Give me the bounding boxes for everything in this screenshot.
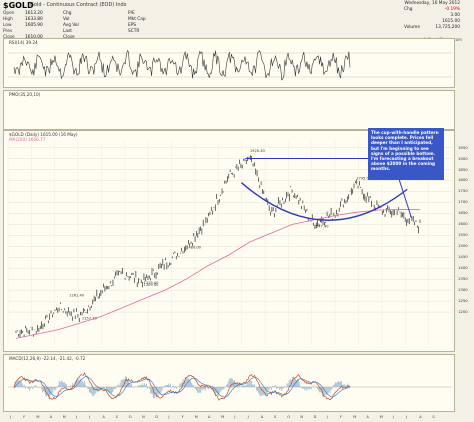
rsi-line — [13, 49, 351, 81]
x-tick-label: A — [366, 415, 369, 419]
y-tick-label: 1900 — [458, 155, 468, 161]
y-tick-label: 1450 — [458, 254, 468, 260]
price-annotation: 1577.40 — [314, 224, 330, 228]
x-tick-label: S — [116, 415, 119, 419]
chart-header: $GOLD Gold - Continuous Contract (EOD) I… — [0, 0, 474, 41]
y-tick-label: 1550 — [458, 232, 468, 238]
y-tick-label: 1300 — [458, 287, 468, 293]
stats-right: Wednesday, 16 May 2012 Chg -0.19% 3.00 16… — [404, 1, 460, 31]
annotation-callout: The cup-with-handle pattern looks comple… — [368, 128, 444, 180]
x-tick-label: J — [233, 415, 235, 419]
pmo-label: PMO(35,20,10) — [9, 92, 41, 97]
price-annotation: 1157.10 — [82, 317, 98, 321]
x-tick-label: A — [50, 415, 53, 419]
x-tick-label: M — [380, 415, 383, 419]
x-tick-label: F — [182, 415, 184, 419]
ticker-description: Gold - Continuous Contract (EOD) Indx — [30, 2, 127, 8]
y-tick-label: 1700 — [458, 199, 468, 205]
price-annotation: 1920.30 — [250, 149, 266, 153]
y-tick-label: 1750 — [458, 188, 468, 194]
y-tick-label: 1200 — [458, 309, 468, 315]
x-tick-label: J — [247, 415, 249, 419]
x-tick-label: A — [419, 415, 422, 419]
x-tick-label: F — [340, 415, 342, 419]
price-annotation: 1480.00 — [186, 246, 202, 250]
rsi-panel: RSI(14) 39.24 — [3, 38, 455, 88]
x-tick-label: A — [261, 415, 264, 419]
x-tick-label: J — [405, 415, 407, 419]
x-tick-label: S — [274, 415, 277, 419]
ma-line — [15, 208, 421, 339]
y-tick-label: 1500 — [458, 243, 468, 249]
x-tick-label: S — [432, 415, 435, 419]
price-annotation: 1261.40 — [69, 294, 85, 298]
stats-left: Open 1613.20 High 1633.80 Low 1605.90 Prev … — [3, 11, 53, 41]
stat-value: 13,725,200 — [435, 25, 460, 30]
x-tick-label: O — [129, 415, 132, 419]
x-axis: JFMAMJJASONDJFMAMJJASONDJFMAMJJAS — [9, 415, 435, 419]
x-tick-label: J — [167, 415, 169, 419]
x-tick-label: A — [208, 415, 211, 419]
stat-label: SCTR — [128, 29, 140, 34]
x-tick-label: J — [326, 415, 328, 419]
y-tick-label: 1950 — [458, 144, 468, 150]
pmo-panel: PMO(35,20,10) — [3, 90, 455, 130]
x-tick-label: D — [155, 415, 158, 419]
macd-panel: MACD(12,26,9) -22.14, -21.42, -0.72 — [3, 354, 455, 412]
x-tick-label: D — [314, 415, 317, 419]
x-tick-label: M — [221, 415, 224, 419]
x-tick-label: J — [392, 415, 394, 419]
x-tick-label: O — [287, 415, 290, 419]
x-tick-label: J — [9, 415, 11, 419]
y-tick-label: 1850 — [458, 166, 468, 172]
x-tick-label: M — [195, 415, 198, 419]
stats-mid2: P/E Mkt Cap EPS SCTR — [128, 11, 168, 35]
x-tick-label: N — [300, 415, 303, 419]
rsi-chart — [8, 49, 452, 81]
stats-mid: Chg Vol Avg Vol Last Close — [63, 11, 85, 41]
y-tick-label: 1800 — [458, 177, 468, 183]
y-tick-label: 1350 — [458, 276, 468, 282]
x-tick-label: F — [23, 415, 25, 419]
x-tick-label: M — [36, 415, 39, 419]
y-tick-label: 1650 — [458, 210, 468, 216]
x-tick-label: J — [88, 415, 90, 419]
y-tick-label: 1250 — [458, 298, 468, 304]
x-tick-label: M — [63, 415, 66, 419]
y-tick-label: 1400 — [458, 265, 468, 271]
x-tick-label: N — [142, 415, 145, 419]
x-tick-label: J — [75, 415, 77, 419]
macd-chart — [8, 372, 452, 401]
price-annotation: 1319.40 — [144, 281, 160, 285]
x-tick-label: M — [353, 415, 356, 419]
stat-label: Volume — [404, 25, 420, 30]
x-tick-label: A — [102, 415, 105, 419]
y-tick-label: 1600 — [458, 221, 468, 227]
